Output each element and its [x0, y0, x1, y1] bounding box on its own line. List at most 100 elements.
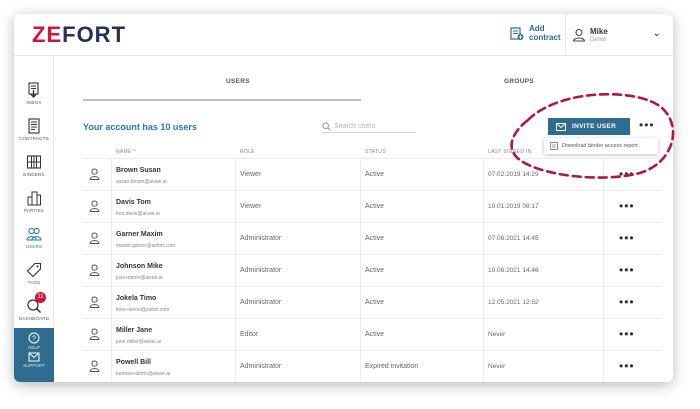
- sidebar-label: USERS: [25, 244, 43, 249]
- main-content: USERS GROUPS Your account has 10 users I…: [55, 56, 673, 382]
- sidebar-item-tags[interactable]: TAGS: [14, 258, 54, 294]
- user-role-cell: Administrator: [240, 363, 282, 370]
- tags-icon: [26, 262, 42, 278]
- support-label: SUPPORT: [23, 363, 45, 368]
- user-email-cell: timo+demo@zefort.com: [116, 307, 170, 313]
- add-contract-icon: [510, 26, 524, 40]
- help-link[interactable]: ? HELP: [14, 328, 54, 350]
- user-role-cell: Viewer: [240, 171, 262, 178]
- row-actions-button[interactable]: •••: [619, 231, 635, 245]
- tab-users[interactable]: USERS: [226, 78, 250, 85]
- sidebar-item-parties[interactable]: PARTIES: [14, 186, 54, 222]
- user-avatar-icon: [89, 359, 100, 377]
- user-avatar-icon: [89, 327, 100, 345]
- last-signed-in-cell: Never: [488, 363, 506, 370]
- user-name-cell: Powell Bill: [116, 359, 152, 366]
- user-status-cell: Active: [365, 331, 385, 338]
- user-email-cell: tuomas+demo@aivan.ai: [116, 371, 171, 377]
- sidebar-item-inbox[interactable]: INBOX: [14, 78, 54, 114]
- search-icon: [322, 121, 331, 131]
- table-row[interactable]: Garner Maxim maxim.garner@zefort.com Admin…: [83, 222, 661, 254]
- add-contract-button[interactable]: Add contract: [510, 24, 561, 42]
- user-role-cell: Editor: [240, 331, 259, 338]
- user-avatar-icon: [89, 295, 100, 313]
- support-link[interactable]: SUPPORT: [14, 350, 54, 368]
- user-status-cell: Expired invitation: [365, 363, 419, 370]
- users-icon: [26, 227, 42, 241]
- more-options-button[interactable]: •••: [639, 118, 655, 132]
- user-count-title: Your account has 10 users: [83, 122, 197, 132]
- table-row[interactable]: Davis Tom tom.davis@aivan.ai Viewer Active 1…: [83, 190, 661, 222]
- user-email-cell: susan.brown@aivan.ai: [116, 179, 167, 185]
- user-menu[interactable]: Mike Demo ⌄: [565, 14, 673, 56]
- user-email-cell: tom.davis@aivan.ai: [116, 211, 160, 217]
- mail-icon: [28, 352, 40, 362]
- user-role-cell: Viewer: [240, 203, 262, 210]
- user-name-cell: Jokela Timo: [116, 295, 157, 302]
- user-status-cell: Active: [365, 235, 385, 242]
- row-actions-button[interactable]: •••: [619, 167, 635, 181]
- add-contract-label-line1: Add: [529, 24, 545, 33]
- sidebar-help-support: ? HELP SUPPORT: [14, 328, 54, 382]
- app-window: ZEFORT Add contract Mike Demo ⌄ INBOX CO…: [14, 14, 673, 382]
- user-name: Mike: [590, 26, 608, 36]
- column-header-last-signed-in[interactable]: LAST SIGNED IN: [488, 149, 532, 155]
- chevron-down-icon[interactable]: ⌄: [653, 28, 661, 39]
- user-name-cell: Garner Maxim: [116, 231, 163, 238]
- top-bar: ZEFORT Add contract Mike Demo ⌄: [14, 14, 673, 56]
- sidebar-item-dashboard[interactable]: 11 DASHBOARD: [14, 292, 54, 330]
- tab-groups[interactable]: GROUPS: [504, 78, 534, 85]
- user-avatar-icon: [89, 231, 100, 249]
- user-avatar-icon: [89, 199, 100, 217]
- download-binder-report-item[interactable]: Download binder access report: [562, 143, 638, 149]
- row-actions-button[interactable]: •••: [619, 199, 635, 213]
- user-role-cell: Administrator: [240, 299, 282, 306]
- column-header-name[interactable]: NAME ^: [116, 149, 136, 155]
- row-actions-button[interactable]: •••: [619, 327, 635, 341]
- table-row[interactable]: Miller Jane jane.miller@aivan.ai Editor Act…: [83, 318, 661, 350]
- user-email-cell: juss+demo@aivan.ai: [116, 275, 163, 281]
- user-role-cell: Administrator: [240, 235, 282, 242]
- last-signed-in-cell: 10.06.2021 14:46: [488, 267, 539, 274]
- table-row[interactable]: Powell Bill tuomas+demo@aivan.ai Administr…: [83, 350, 661, 382]
- sidebar-label: TAGS: [27, 280, 41, 285]
- table-row[interactable]: Jokela Timo timo+demo@zefort.com Administr…: [83, 286, 661, 318]
- help-icon: ?: [28, 332, 40, 344]
- tab-bar: USERS GROUPS: [55, 56, 673, 102]
- table-row[interactable]: Brown Susan susan.brown@aivan.ai Viewer Act…: [83, 158, 661, 190]
- svg-text:?: ?: [32, 336, 36, 343]
- user-name-cell: Johnson Mike: [116, 263, 163, 270]
- last-signed-in-cell: 12.05.2021 12:52: [488, 299, 539, 306]
- sidebar-item-binders[interactable]: BINDERS: [14, 150, 54, 186]
- sidebar-label: DASHBOARD: [18, 316, 50, 321]
- user-status-cell: Active: [365, 267, 385, 274]
- sidebar-label: BINDERS: [23, 172, 45, 177]
- user-name-cell: Brown Susan: [116, 167, 161, 174]
- binders-icon: [26, 155, 42, 169]
- invite-user-label: INVITE USER: [572, 123, 617, 130]
- user-icon: [572, 29, 586, 42]
- sidebar-label: INBOX: [26, 100, 42, 105]
- row-actions-button[interactable]: •••: [619, 263, 635, 277]
- sidebar-label: CONTRACTS: [19, 136, 49, 141]
- zefort-logo[interactable]: ZEFORT: [32, 22, 126, 48]
- sidebar-item-users[interactable]: USERS: [14, 222, 54, 258]
- column-header-role[interactable]: ROLE: [240, 149, 255, 155]
- user-avatar-icon: [89, 167, 100, 185]
- user-status-cell: Active: [365, 203, 385, 210]
- user-role-cell: Administrator: [240, 267, 282, 274]
- invite-user-button[interactable]: INVITE USER: [548, 118, 630, 135]
- search-input[interactable]: [334, 122, 412, 130]
- row-actions-button[interactable]: •••: [619, 359, 635, 373]
- user-email-cell: maxim.garner@zefort.com: [116, 243, 175, 249]
- last-signed-in-cell: 10.01.2019 08:17: [488, 203, 539, 210]
- sidebar-item-contracts[interactable]: CONTRACTS: [14, 114, 54, 150]
- column-header-status[interactable]: STATUS: [365, 149, 386, 155]
- row-actions-button[interactable]: •••: [619, 295, 635, 309]
- last-signed-in-cell: 07.02.2019 14:29: [488, 171, 539, 178]
- table-row[interactable]: Johnson Mike juss+demo@aivan.ai Administra…: [83, 254, 661, 286]
- user-name-cell: Davis Tom: [116, 199, 151, 206]
- user-name-cell: Miller Jane: [116, 327, 153, 334]
- user-status-cell: Active: [365, 299, 385, 306]
- contracts-icon: [28, 118, 40, 134]
